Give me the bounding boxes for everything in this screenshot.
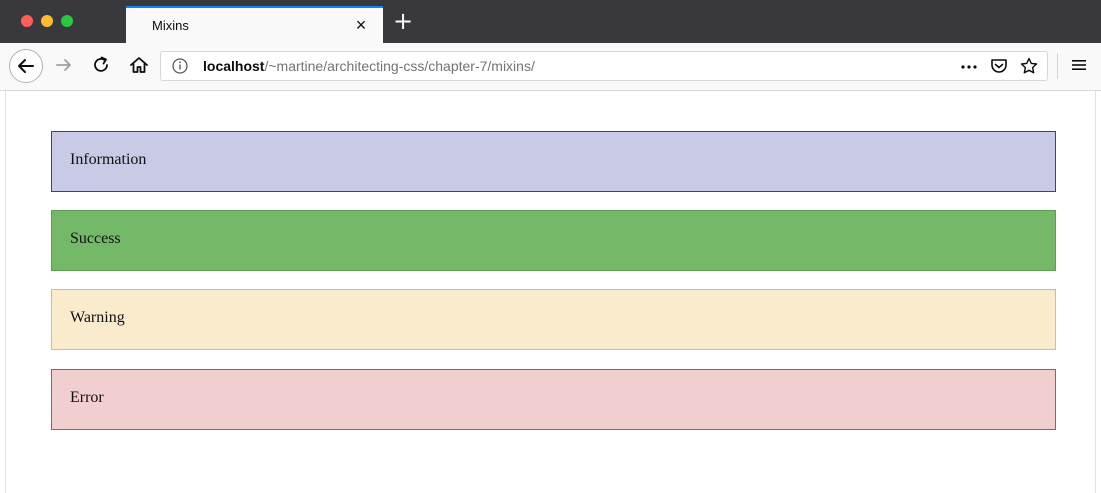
more-actions-icon[interactable]: [959, 56, 979, 76]
page-actions: [959, 55, 1039, 77]
pocket-icon[interactable]: [989, 56, 1009, 76]
browser-window: Mixins × + localhost/~martine/architecti…: [0, 0, 1101, 493]
minimize-window-icon[interactable]: [41, 15, 53, 27]
back-arrow-icon: [18, 59, 34, 73]
alert-label: Error: [70, 389, 104, 406]
url-host: localhost: [203, 58, 265, 74]
toolbar-separator: [1057, 53, 1058, 79]
address-bar[interactable]: localhost/~martine/architecting-css/chap…: [160, 51, 1048, 81]
hamburger-menu-icon[interactable]: [1068, 54, 1090, 76]
tab-title: Mixins: [152, 18, 189, 33]
close-window-icon[interactable]: [21, 15, 33, 27]
alert-information: Information: [51, 131, 1056, 192]
tab-mixins[interactable]: Mixins ×: [126, 6, 383, 43]
tab-strip: Mixins × +: [0, 0, 1101, 43]
alert-error: Error: [51, 369, 1056, 430]
alert-label: Information: [70, 151, 147, 168]
alert-label: Warning: [70, 309, 125, 326]
maximize-window-icon[interactable]: [61, 15, 73, 27]
bookmark-star-icon[interactable]: [1019, 56, 1039, 76]
forward-arrow-icon[interactable]: [53, 54, 75, 76]
back-button[interactable]: [9, 49, 43, 83]
url-text[interactable]: localhost/~martine/architecting-css/chap…: [203, 58, 535, 74]
new-tab-button[interactable]: +: [390, 8, 416, 34]
navigation-bar: localhost/~martine/architecting-css/chap…: [0, 43, 1101, 91]
alert-label: Success: [70, 230, 121, 247]
alert-warning: Warning: [51, 289, 1056, 350]
tab-close-button[interactable]: ×: [351, 15, 371, 35]
reload-icon[interactable]: [90, 54, 112, 76]
home-icon[interactable]: [128, 54, 150, 76]
url-path: /~martine/architecting-css/chapter-7/mix…: [264, 58, 535, 74]
alert-success: Success: [51, 210, 1056, 271]
page-content: Information Success Warning Error: [5, 91, 1096, 493]
info-icon[interactable]: [171, 57, 189, 75]
